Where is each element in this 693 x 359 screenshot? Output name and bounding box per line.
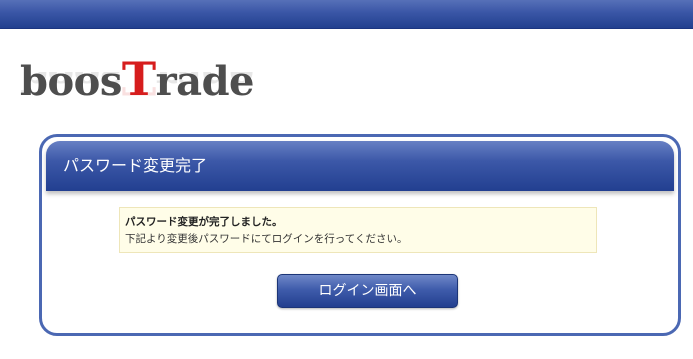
notice-message-bold: パスワード変更が完了しました。 [125, 216, 283, 228]
top-header-bar [0, 0, 693, 29]
completion-notice: パスワード変更が完了しました。 下記より変更後パスワードにてログインを行ってくだ… [119, 207, 597, 253]
panel-header: パスワード変更完了 [46, 141, 674, 191]
password-change-complete-panel: パスワード変更完了 パスワード変更が完了しました。 下記より変更後パスワードにて… [39, 134, 681, 336]
login-screen-button[interactable]: ログイン画面へ [277, 274, 458, 308]
notice-message-detail: 下記より変更後パスワードにてログインを行ってください。 [125, 233, 408, 245]
logo-reflection: boosTrade [20, 72, 255, 102]
login-screen-button-label: ログイン画面へ [318, 283, 417, 299]
boostrade-logo: boosTrade boosTrade [20, 55, 260, 133]
panel-title: パスワード変更完了 [63, 156, 208, 175]
